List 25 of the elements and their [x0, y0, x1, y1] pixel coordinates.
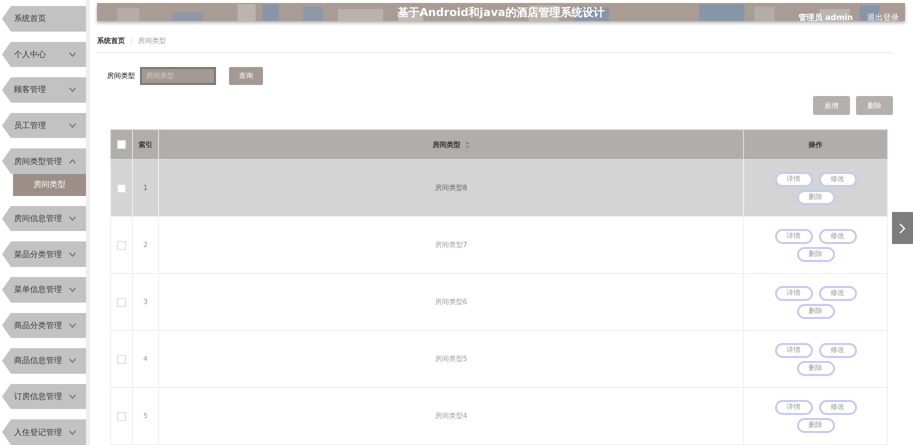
sidebar-item[interactable]: 房间信息管理	[2, 206, 86, 232]
sidebar-item[interactable]: 入住登记管理	[2, 419, 86, 445]
sidebar-item[interactable]: 商品信息管理	[2, 348, 86, 374]
sidebar-item[interactable]: 菜单信息管理	[2, 276, 86, 303]
logout-link[interactable]: 退出登录	[867, 12, 899, 21]
expand-tab[interactable]	[892, 212, 913, 244]
sidebar-item[interactable]: 系统首页	[2, 6, 86, 32]
checkbox[interactable]	[117, 412, 126, 420]
checkbox[interactable]	[117, 184, 126, 192]
chevron-right-icon	[899, 222, 906, 234]
user-label: 管理员 admin	[798, 12, 853, 21]
sidebar-item[interactable]: 商品分类管理	[2, 312, 86, 338]
sidebar-subitem[interactable]: 房间类型	[13, 174, 86, 196]
app-title: 基于Android和java的酒店管理系统设计	[398, 4, 604, 20]
sidebar-item[interactable]: 房间类型管理	[2, 148, 86, 174]
sort-icon[interactable]	[464, 140, 470, 149]
sidebar-item[interactable]: 菜品分类管理	[2, 241, 86, 267]
sidebar-item[interactable]: 个人中心	[2, 42, 86, 68]
checkbox[interactable]	[117, 240, 126, 250]
sidebar-item[interactable]: 订房信息管理	[2, 384, 86, 410]
checkbox[interactable]	[117, 298, 126, 306]
checkbox[interactable]	[117, 140, 126, 149]
sidebar-item[interactable]: 顾客管理	[2, 77, 86, 103]
checkbox[interactable]	[117, 354, 126, 364]
sidebar-item[interactable]: 员工管理	[2, 112, 86, 138]
